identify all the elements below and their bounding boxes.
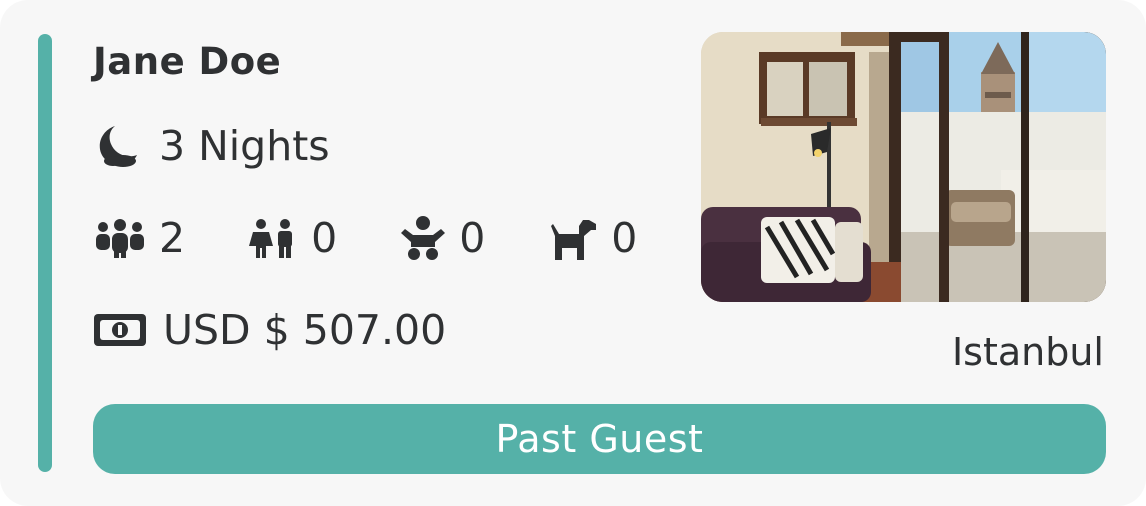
pets-count: 0: [547, 212, 637, 264]
past-guest-button[interactable]: Past Guest: [93, 404, 1106, 474]
infants-count: 0: [399, 212, 485, 264]
pets-value: 0: [611, 214, 638, 262]
children-icon: [247, 218, 299, 258]
children-value: 0: [311, 214, 338, 262]
listing-photo[interactable]: [701, 32, 1106, 302]
price-label: USD $ 507.00: [163, 306, 447, 354]
adults-value: 2: [159, 214, 186, 262]
money-icon: [93, 310, 147, 350]
adults-icon: [93, 218, 147, 258]
price-row: USD $ 507.00: [93, 304, 446, 356]
children-count: 0: [247, 212, 337, 264]
adults-count: 2: [93, 212, 185, 264]
nights-row: 3 Nights: [93, 120, 330, 172]
dog-icon: [547, 216, 599, 260]
listing-city: Istanbul: [951, 330, 1104, 374]
reservation-card[interactable]: Jane Doe 3 Nights 2 0 0 0 USD $ 507.00 I…: [0, 0, 1146, 506]
guest-name: Jane Doe: [93, 40, 282, 83]
nights-label: 3 Nights: [159, 122, 330, 170]
accent-bar: [38, 34, 52, 472]
infant-icon: [399, 215, 447, 261]
occupancy-row: 2 0 0 0: [93, 212, 699, 264]
moon-icon: [93, 124, 141, 168]
infants-value: 0: [459, 214, 486, 262]
